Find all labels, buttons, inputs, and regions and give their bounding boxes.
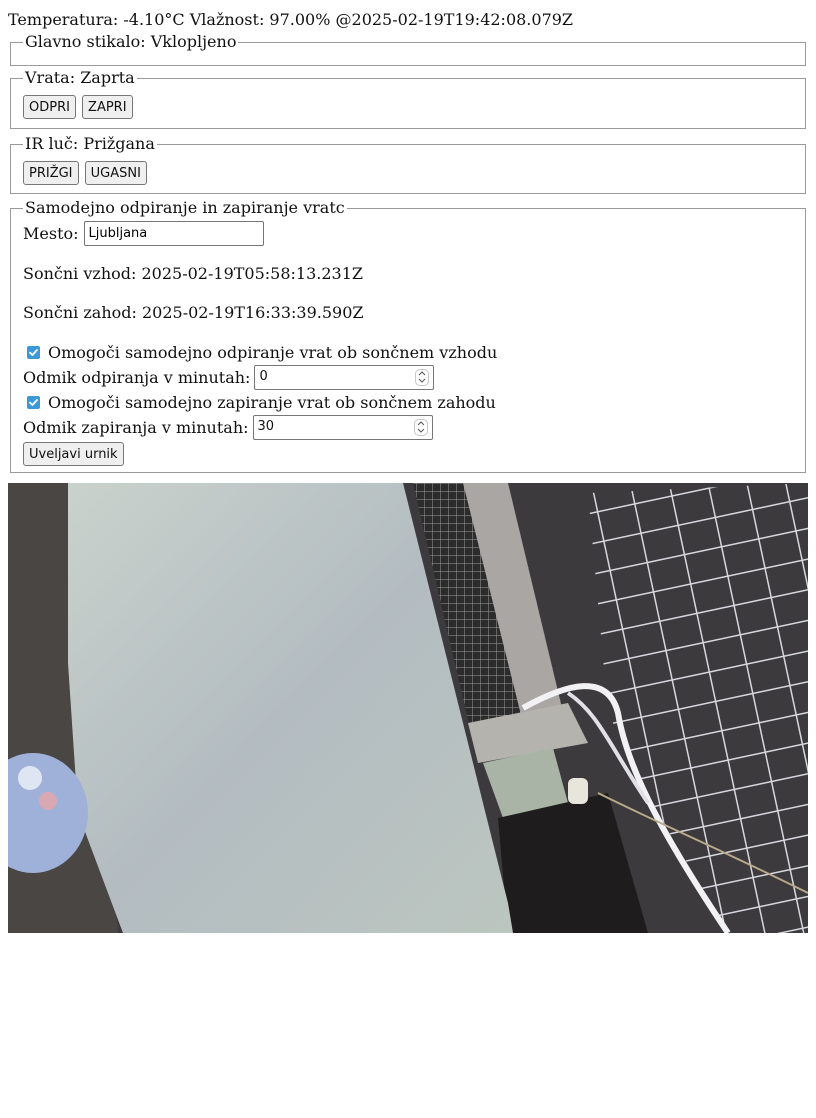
ir-light-group: IR luč: Prižgana PRIŽGI UGASNI bbox=[10, 135, 806, 194]
ir-light-legend: IR luč: Prižgana bbox=[25, 134, 155, 153]
close-door-button[interactable]: ZAPRI bbox=[82, 95, 133, 119]
close-offset-label: Odmik zapiranja v minutah: bbox=[23, 417, 249, 437]
city-input[interactable] bbox=[83, 220, 264, 246]
close-offset-spinner[interactable] bbox=[413, 418, 428, 436]
close-offset-value: 30 bbox=[257, 418, 275, 434]
page: Temperatura: -4.10°C Vlažnost: 97.00% @2… bbox=[0, 0, 816, 473]
chevron-up-icon[interactable] bbox=[417, 421, 425, 426]
status-readout: Temperatura: -4.10°C Vlažnost: 97.00% @2… bbox=[8, 10, 574, 29]
checkmark-icon bbox=[29, 398, 38, 406]
chevron-down-icon[interactable] bbox=[417, 428, 425, 433]
ir-on-button[interactable]: PRIŽGI bbox=[23, 161, 79, 185]
chevron-up-icon[interactable] bbox=[418, 371, 426, 376]
close-offset-stepper[interactable]: 30 bbox=[252, 414, 433, 440]
camera-scene bbox=[8, 483, 808, 933]
door-group: Vrata: Zaprta ODPRI ZAPRI bbox=[10, 69, 806, 129]
enable-close-label: Omogoči samodejno zapiranje vrat ob sonč… bbox=[48, 392, 496, 412]
main-switch-group: Glavno stikalo: Vklopljeno bbox=[10, 33, 806, 66]
open-offset-spinner[interactable] bbox=[415, 368, 430, 386]
sunset-text: Sončni zahod: 2025-02-19T16:33:39.590Z bbox=[23, 303, 364, 322]
enable-open-label: Omogoči samodejno odpiranje vrat ob sonč… bbox=[48, 342, 498, 362]
open-offset-label: Odmik odpiranja v minutah: bbox=[23, 367, 251, 387]
auto-schedule-group: Samodejno odpiranje in zapiranje vratc M… bbox=[10, 199, 806, 473]
camera-feed-image bbox=[8, 483, 808, 933]
open-offset-value: 0 bbox=[259, 368, 268, 384]
ir-off-button[interactable]: UGASNI bbox=[84, 161, 147, 185]
enable-open-checkbox[interactable] bbox=[27, 345, 40, 359]
chevron-down-icon[interactable] bbox=[418, 378, 426, 383]
checkmark-icon bbox=[29, 348, 38, 356]
sunrise-text: Sončni vzhod: 2025-02-19T05:58:13.231Z bbox=[23, 264, 364, 283]
door-legend: Vrata: Zaprta bbox=[25, 68, 135, 87]
enable-close-checkbox[interactable] bbox=[27, 395, 40, 409]
main-switch-legend: Glavno stikalo: Vklopljeno bbox=[25, 32, 237, 51]
open-door-button[interactable]: ODPRI bbox=[23, 95, 76, 119]
city-label: Mesto: bbox=[23, 223, 79, 243]
auto-schedule-legend: Samodejno odpiranje in zapiranje vratc bbox=[25, 198, 345, 217]
apply-schedule-button[interactable]: Uveljavi urnik bbox=[23, 442, 124, 466]
open-offset-stepper[interactable]: 0 bbox=[254, 364, 435, 390]
